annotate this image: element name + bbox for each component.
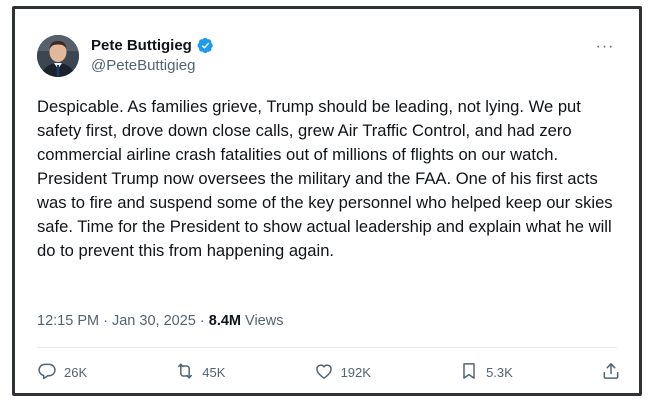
tweet-actions: 26K 45K 192K 5.3K <box>37 359 621 385</box>
tweet-meta: 12:15 PM · Jan 30, 2025 · 8.4M Views <box>37 313 283 329</box>
bookmark-count: 5.3K <box>486 364 513 380</box>
tweet-time[interactable]: 12:15 PM <box>37 313 99 329</box>
author-handle[interactable]: @PeteButtigieg <box>91 57 214 74</box>
heart-icon <box>314 361 334 384</box>
tweet-paragraph: President Trump now oversees the militar… <box>37 169 613 260</box>
tweet-text: Despicable. As families grieve, Trump sh… <box>37 95 621 263</box>
repost-button[interactable]: 45K <box>175 361 225 384</box>
actions-divider <box>37 347 617 348</box>
views-count: 8.4M <box>208 313 241 329</box>
tweet-paragraph: Despicable. As families grieve, Trump sh… <box>37 97 581 164</box>
repost-arrows-icon <box>175 361 195 384</box>
tweet-date[interactable]: Jan 30, 2025 <box>112 313 196 329</box>
like-count: 192K <box>340 364 371 380</box>
display-name-row: Pete Buttigieg <box>91 37 214 54</box>
display-name[interactable]: Pete Buttigieg <box>91 37 192 54</box>
bookmark-icon <box>459 361 479 384</box>
share-upload-icon <box>601 361 621 384</box>
avatar[interactable] <box>37 35 79 77</box>
meta-separator: · <box>103 313 108 329</box>
meta-separator: · <box>199 313 205 329</box>
bookmark-button[interactable]: 5.3K <box>459 361 513 384</box>
repost-count: 45K <box>202 364 226 380</box>
avatar-portrait <box>37 35 79 77</box>
author-names: Pete Buttigieg @PeteButtigieg <box>91 37 214 74</box>
share-button[interactable] <box>601 361 621 384</box>
reply-count: 26K <box>64 364 88 380</box>
views-label: Views <box>245 313 284 329</box>
more-dots-icon: ··· <box>595 38 615 55</box>
speech-bubble-icon <box>37 361 57 384</box>
tweet-card: Pete Buttigieg @PeteButtigieg ··· Despic… <box>12 6 642 396</box>
tweet-header: Pete Buttigieg @PeteButtigieg ··· <box>37 35 617 79</box>
like-button[interactable]: 192K <box>314 361 371 384</box>
verified-badge-icon <box>197 37 214 54</box>
reply-button[interactable]: 26K <box>37 361 87 384</box>
more-options-button[interactable]: ··· <box>593 38 617 55</box>
